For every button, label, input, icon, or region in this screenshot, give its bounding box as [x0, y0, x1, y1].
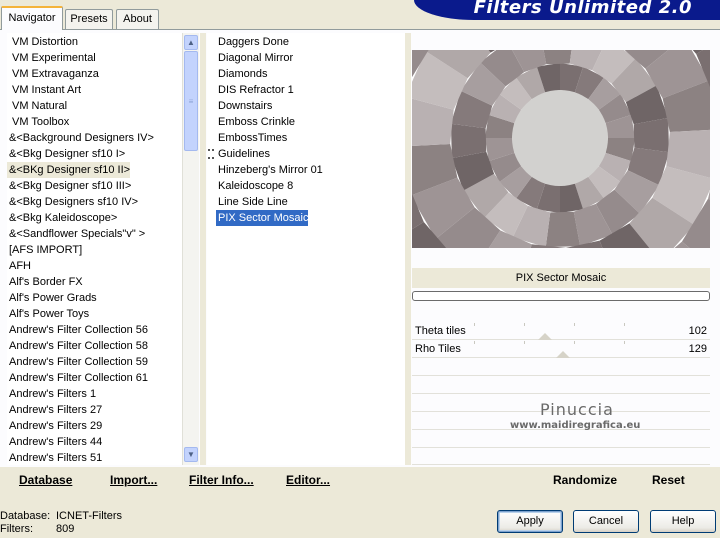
category-item[interactable]: &<Background Designers IV>	[7, 130, 154, 146]
preview-image	[412, 50, 710, 248]
category-scrollbar[interactable]: ▲ ≡ ▼	[182, 33, 199, 465]
drag-handle-icon	[208, 149, 214, 159]
tab-navigator[interactable]: Navigator	[1, 6, 63, 30]
filter-item[interactable]: Downstairs	[216, 98, 272, 114]
category-item[interactable]: VM Distortion	[7, 34, 78, 50]
import-button[interactable]: Import...	[110, 472, 157, 488]
filter-item[interactable]: Diamonds	[216, 66, 268, 82]
theta-tiles-slider[interactable]	[474, 322, 652, 340]
param-value: 102	[688, 325, 707, 337]
database-button[interactable]: Database	[19, 472, 72, 488]
category-item[interactable]: Andrew's Filter Collection 58	[7, 338, 148, 354]
watermark-url: www.maidiregrafica.eu	[510, 420, 641, 431]
category-item[interactable]: Andrew's Filters 27	[7, 402, 102, 418]
watermark-name: Pinuccia	[540, 400, 614, 419]
category-item[interactable]: Alf's Border FX	[7, 274, 83, 290]
slider-thumb[interactable]	[538, 333, 553, 340]
app-title: Filters Unlimited 2.0	[473, 0, 692, 18]
filter-item[interactable]: Emboss Crinkle	[216, 114, 295, 130]
empty-param-row	[412, 377, 710, 394]
filter-list[interactable]: Daggers Done Diagonal Mirror Diamonds DIS R…	[207, 33, 405, 465]
filter-item[interactable]: Kaleidoscope 8	[216, 178, 293, 194]
tab-strip: Navigator Presets About	[0, 0, 400, 30]
list-divider	[200, 33, 206, 465]
category-item[interactable]: VM Instant Art	[7, 82, 81, 98]
mosaic-center	[512, 90, 608, 186]
filter-item[interactable]: EmbossTimes	[216, 130, 287, 146]
editor-button[interactable]: Editor...	[286, 472, 330, 488]
cancel-button[interactable]: Cancel	[573, 510, 639, 533]
category-item[interactable]: Andrew's Filters 1	[7, 386, 96, 402]
filters-count-label: Filters:	[0, 523, 33, 535]
category-item[interactable]: Andrew's Filter Collection 56	[7, 322, 148, 338]
scroll-up-button[interactable]: ▲	[184, 35, 198, 50]
category-item[interactable]: Alf's Power Grads	[7, 290, 97, 306]
category-item[interactable]: &<Sandflower Specials"v" >	[7, 226, 145, 242]
database-value: ICNET-Filters	[56, 510, 122, 522]
scroll-down-button[interactable]: ▼	[184, 447, 198, 462]
tab-presets[interactable]: Presets	[65, 9, 113, 29]
param-row-theta: Theta tiles 102	[412, 322, 710, 340]
empty-param-row	[412, 359, 710, 376]
mosaic-preview	[412, 50, 710, 248]
filter-item[interactable]: Diagonal Mirror	[216, 50, 293, 66]
category-item[interactable]: &<Bkg Designer sf10 I>	[7, 146, 125, 162]
category-item[interactable]: VM Toolbox	[7, 114, 69, 130]
category-item[interactable]: Alf's Power Toys	[7, 306, 89, 322]
category-item[interactable]: [AFS IMPORT]	[7, 242, 82, 258]
database-label: Database:	[0, 510, 51, 522]
apply-button[interactable]: Apply	[497, 510, 563, 533]
category-item[interactable]: VM Experimental	[7, 50, 96, 66]
param-row-rho: Rho Tiles 129	[412, 340, 710, 358]
randomize-button[interactable]: Randomize	[553, 472, 617, 488]
category-item[interactable]: Andrew's Filters 29	[7, 418, 102, 434]
category-item[interactable]: AFH	[7, 258, 31, 274]
empty-param-row	[412, 449, 710, 465]
category-item[interactable]: &<Bkg Designer sf10 III>	[7, 178, 131, 194]
help-button[interactable]: Help	[650, 510, 716, 533]
filter-item[interactable]: DIS Refractor 1	[216, 82, 294, 98]
category-item[interactable]: Andrew's Filters 51	[7, 450, 102, 465]
filter-info-button[interactable]: Filter Info...	[189, 472, 254, 488]
reset-button[interactable]: Reset	[652, 472, 685, 488]
category-item[interactable]: Andrew's Filter Collection 61	[7, 370, 148, 386]
rho-tiles-slider[interactable]	[474, 340, 652, 358]
filter-item[interactable]: Line Side Line	[216, 194, 288, 210]
category-item[interactable]: &<Bkg Designers sf10 IV>	[7, 194, 138, 210]
filter-item[interactable]: Guidelines	[216, 146, 270, 162]
category-item[interactable]: &<BKg Designer sf10 II>	[7, 162, 131, 178]
empty-param-row	[412, 431, 710, 448]
scroll-thumb[interactable]: ≡	[184, 51, 198, 151]
param-name: Theta tiles	[415, 325, 466, 337]
filter-item[interactable]: PIX Sector Mosaic	[216, 210, 309, 226]
tab-about[interactable]: About	[116, 9, 159, 29]
slider-thumb[interactable]	[556, 351, 570, 358]
selected-filter-name: PIX Sector Mosaic	[412, 268, 710, 288]
filter-item[interactable]: Daggers Done	[216, 34, 289, 50]
header-banner: Filters Unlimited 2.0	[414, 0, 720, 20]
category-item[interactable]: Andrew's Filters 44	[7, 434, 102, 450]
category-list[interactable]: VM Distortion VM Experimental VM Extravaga…	[7, 33, 182, 465]
category-item[interactable]: Andrew's Filter Collection 59	[7, 354, 148, 370]
param-value: 129	[688, 343, 707, 355]
param-name: Rho Tiles	[415, 343, 461, 355]
list-divider-right	[405, 33, 411, 465]
category-item[interactable]: VM Extravaganza	[7, 66, 99, 82]
progress-bar	[412, 291, 710, 301]
filters-count-value: 809	[56, 523, 75, 535]
category-item[interactable]: &<Bkg Kaleidoscope>	[7, 210, 117, 226]
category-item[interactable]: VM Natural	[7, 98, 67, 114]
filter-item[interactable]: Hinzeberg's Mirror 01	[216, 162, 323, 178]
